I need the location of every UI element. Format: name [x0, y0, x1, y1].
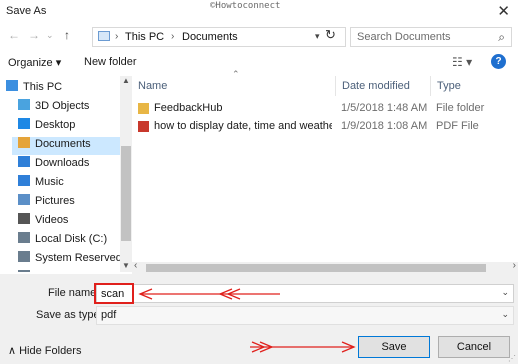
- close-icon[interactable]: ✕: [497, 2, 510, 20]
- sidebar-item-label: Music: [35, 176, 64, 188]
- cube-icon: [18, 99, 30, 110]
- breadcrumb-separator: ›: [171, 31, 175, 42]
- help-icon[interactable]: ?: [491, 54, 506, 69]
- download-icon: [18, 156, 30, 167]
- sidebar-item-pictures[interactable]: Pictures: [18, 194, 118, 212]
- drive-icon: [18, 270, 30, 272]
- scroll-left-icon[interactable]: ‹: [134, 260, 137, 271]
- save-as-type-value: pdf: [101, 309, 117, 321]
- up-arrow-icon[interactable]: ↑: [64, 28, 70, 42]
- title-bar: Save As ©Howtoconnect ✕: [0, 0, 518, 22]
- sidebar-item-label: Videos: [35, 214, 69, 226]
- sidebar-item-desktop[interactable]: Desktop: [18, 118, 118, 136]
- save-as-type-select[interactable]: pdf ⌄: [96, 306, 514, 325]
- breadcrumb-this-pc[interactable]: This PC: [125, 31, 164, 43]
- sidebar-item-label: Local Disk (E:): [35, 271, 107, 272]
- breadcrumb-separator: ›: [115, 31, 119, 42]
- column-header-name[interactable]: Name: [132, 76, 332, 96]
- file-date: 1/9/2018 1:08 AM: [341, 120, 428, 132]
- sidebar-item-label: System Reserved: [35, 252, 122, 264]
- save-button[interactable]: Save: [358, 336, 430, 358]
- scrollbar-thumb[interactable]: [146, 264, 486, 272]
- sidebar-item-system-reserved[interactable]: System Reserved: [18, 251, 122, 269]
- file-type: File folder: [436, 102, 485, 114]
- recent-locations-icon[interactable]: ⌄: [46, 30, 54, 41]
- annotation-highlight-box: [94, 283, 134, 304]
- file-row[interactable]: FeedbackHub 1/5/2018 1:48 AM File folder: [132, 100, 518, 118]
- file-name-input[interactable]: [101, 287, 481, 301]
- column-header-date[interactable]: Date modified: [335, 76, 431, 96]
- navigation-pane: This PC 3D Objects Desktop Documents Downloa…: [0, 76, 132, 272]
- scroll-up-icon[interactable]: ▲: [122, 76, 130, 85]
- sidebar-item-label: 3D Objects: [35, 100, 90, 112]
- this-pc-icon: [98, 31, 110, 41]
- sidebar-item-label: This PC: [23, 81, 63, 93]
- breadcrumb-documents[interactable]: Documents: [182, 31, 238, 43]
- folder-icon: [138, 103, 149, 114]
- chevron-down-icon[interactable]: ⌄: [501, 287, 509, 298]
- horizontal-scrollbar[interactable]: ‹ ›: [132, 260, 518, 274]
- search-box[interactable]: ⌕: [350, 27, 512, 47]
- organize-menu[interactable]: Organize ▾: [8, 56, 61, 69]
- file-type: PDF File: [436, 120, 479, 132]
- hide-folders-button[interactable]: ∧ Hide Folders: [8, 344, 81, 357]
- sidebar-item-videos[interactable]: Videos: [18, 213, 118, 231]
- address-bar[interactable]: › This PC › Documents ▾: [92, 27, 346, 47]
- scrollbar-thumb[interactable]: [121, 146, 131, 241]
- file-name: how to display date, time and weather in…: [154, 120, 332, 132]
- desktop-icon: [18, 118, 30, 129]
- sidebar-item-documents[interactable]: Documents: [12, 137, 120, 155]
- search-icon[interactable]: ⌕: [498, 30, 505, 45]
- sidebar-item-label: Local Disk (C:): [35, 233, 108, 245]
- forward-arrow-icon[interactable]: →: [28, 28, 40, 42]
- chevron-down-icon[interactable]: ▾: [315, 31, 320, 42]
- sidebar-item-music[interactable]: Music: [18, 175, 118, 193]
- pictures-icon: [18, 194, 30, 205]
- sidebar-item-label: Pictures: [35, 195, 75, 207]
- drive-icon: [18, 232, 30, 243]
- scroll-right-icon[interactable]: ›: [513, 260, 516, 271]
- refresh-icon[interactable]: ↻: [325, 27, 336, 43]
- videos-icon: [18, 213, 30, 224]
- document-icon: [18, 137, 30, 148]
- column-header-type[interactable]: Type: [430, 76, 518, 96]
- resize-grip-icon[interactable]: ⋰: [508, 354, 516, 363]
- file-name: FeedbackHub: [154, 102, 223, 114]
- chevron-down-icon[interactable]: ⌄: [501, 309, 509, 320]
- music-icon: [18, 175, 30, 186]
- watermark: ©Howtoconnect: [210, 1, 281, 11]
- window-title: Save As: [6, 5, 47, 17]
- drive-icon: [18, 251, 30, 262]
- scroll-down-icon[interactable]: ▼: [122, 261, 130, 270]
- sidebar-item-this-pc[interactable]: This PC: [6, 80, 106, 98]
- search-input[interactable]: [357, 30, 487, 44]
- sidebar-item-label: Desktop: [35, 119, 76, 131]
- sidebar-item-3d-objects[interactable]: 3D Objects: [18, 99, 118, 117]
- new-folder-button[interactable]: New folder: [84, 56, 137, 68]
- file-row[interactable]: how to display date, time and weather in…: [132, 118, 518, 136]
- command-bar: Organize ▾ New folder ☷ ▾ ?: [0, 52, 518, 74]
- view-options-icon[interactable]: ☷ ▾: [452, 55, 472, 69]
- sidebar-item-label: Documents: [35, 138, 91, 150]
- save-as-type-label: Save as type:: [36, 309, 103, 321]
- file-name-label: File name:: [48, 287, 100, 299]
- address-row: ← → ⌄ ↑ › This PC › Documents ▾ ↻ ⌕: [0, 24, 518, 50]
- sidebar-item-local-disk-c[interactable]: Local Disk (C:): [18, 232, 118, 250]
- vertical-scrollbar[interactable]: ▲ ▼: [120, 76, 132, 272]
- cancel-button[interactable]: Cancel: [438, 336, 510, 358]
- computer-icon: [6, 80, 18, 91]
- sidebar-item-local-disk-e[interactable]: Local Disk (E:): [18, 270, 118, 272]
- sidebar-item-downloads[interactable]: Downloads: [18, 156, 118, 174]
- sidebar-item-label: Downloads: [35, 157, 90, 169]
- back-arrow-icon[interactable]: ←: [8, 28, 20, 42]
- save-options-panel: File name: ⌄ Save as type: pdf ⌄ ∧ Hide …: [0, 274, 518, 364]
- file-date: 1/5/2018 1:48 AM: [341, 102, 428, 114]
- file-list: ⌃ Name Date modified Type FeedbackHub 1/5…: [132, 69, 518, 274]
- file-name-field[interactable]: ⌄: [96, 284, 514, 303]
- pdf-icon: [138, 121, 149, 132]
